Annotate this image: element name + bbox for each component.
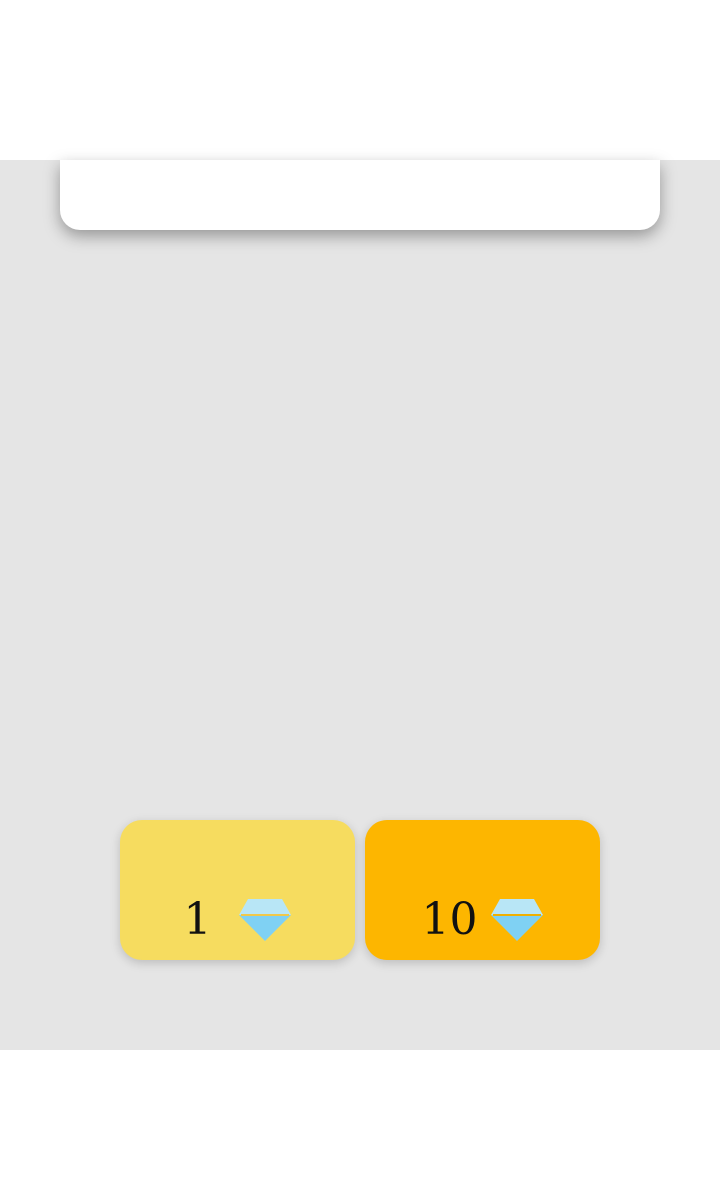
- header-card: [60, 160, 660, 230]
- diamond-icon: [238, 897, 292, 943]
- price-amount: 10: [421, 894, 478, 945]
- buy-ten-button[interactable]: 10: [365, 820, 600, 960]
- price-amount: 1: [183, 894, 212, 945]
- content-panel: [0, 160, 720, 1050]
- price-row: 10: [365, 892, 600, 948]
- price-row: 1: [120, 892, 355, 948]
- buy-one-button[interactable]: 1: [120, 820, 355, 960]
- screen: 1 10: [0, 0, 720, 1200]
- diamond-icon: [490, 897, 544, 943]
